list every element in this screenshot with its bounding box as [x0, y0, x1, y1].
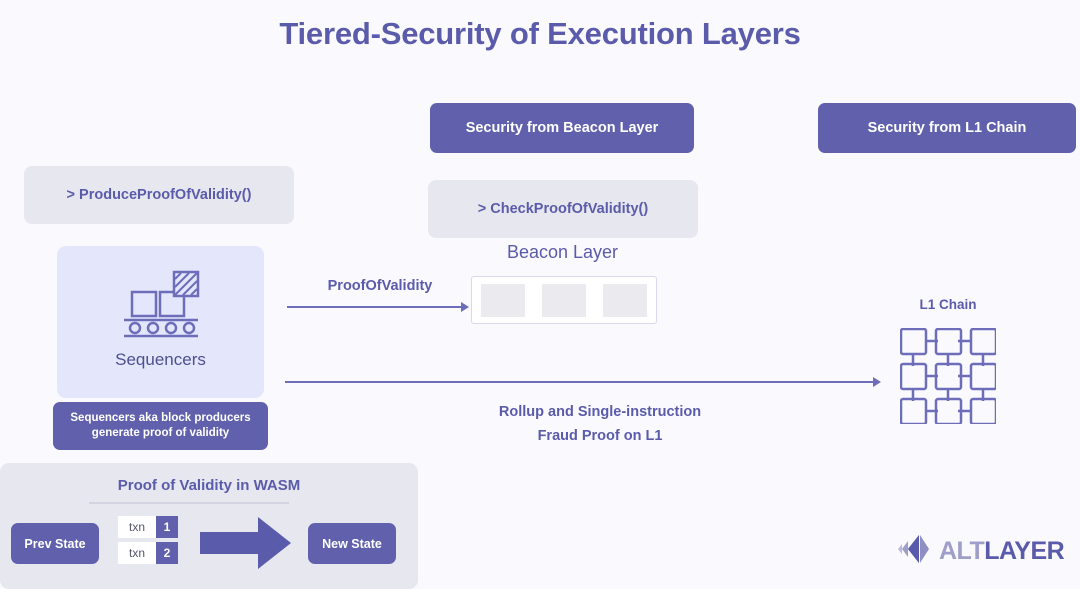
arrow-label-rollup-fraud-proof: Rollup and Single-instruction Fraud Proo…: [400, 400, 800, 448]
function-box-produce-proof-of-validity: > ProduceProofOfValidity(): [24, 166, 294, 224]
new-state-label: New State: [322, 536, 382, 551]
function-produce-label: > ProduceProofOfValidity(): [66, 187, 252, 203]
l1-chain-title: L1 Chain: [919, 297, 977, 312]
sequencers-caption-line2: generate proof of validity: [91, 427, 230, 439]
conveyor-belt-blocks-icon: [116, 270, 206, 345]
altlayer-logo: ALTLAYER: [898, 534, 1065, 569]
beacon-block: [480, 283, 525, 317]
altlayer-diamond-icon: [898, 534, 930, 569]
beacon-block: [541, 283, 586, 317]
logo-text-alt: ALT: [939, 537, 985, 565]
arrow-sequencers-to-l1: [285, 381, 875, 383]
arrow-head-icon: [461, 302, 469, 312]
rollup-label-line2: Fraud Proof on L1: [537, 428, 663, 444]
banner-security-from-beacon-layer: Security from Beacon Layer: [430, 103, 694, 153]
txn-number-badge: 2: [156, 542, 178, 564]
sequencers-caption-line1: Sequencers aka block producers: [70, 412, 251, 424]
l1-chain-lattice-icon: [899, 327, 998, 429]
altlayer-logo-text: ALTLAYER: [939, 537, 1065, 566]
function-check-label: > CheckProofOfValidity(): [477, 201, 649, 217]
sequencers-caption-badge: Sequencers aka block producers generate …: [53, 402, 268, 450]
rollup-label-line1: Rollup and Single-instruction: [498, 404, 702, 420]
txn-number-badge: 1: [156, 516, 178, 538]
arrow-label-proof-of-validity: ProofOfValidity: [327, 278, 433, 294]
sequencers-card: Sequencers: [57, 246, 264, 398]
beacon-layer-box: [471, 276, 657, 324]
prev-state-label: Prev State: [24, 536, 86, 551]
arrow-sequencers-to-beacon: [287, 306, 463, 308]
prev-state-pill: Prev State: [11, 523, 99, 564]
slide-canvas: Tiered-Security of Execution Layers Secu…: [0, 0, 1080, 589]
state-transition-arrow-icon: [200, 514, 292, 577]
function-box-check-proof-of-validity: > CheckProofOfValidity(): [428, 180, 698, 238]
beacon-block: [603, 283, 648, 317]
txn-label: txn: [118, 542, 156, 564]
wasm-panel-title: Proof of Validity in WASM: [117, 477, 301, 494]
arrow-head-icon: [873, 377, 881, 387]
wasm-panel-divider: [89, 502, 289, 504]
new-state-pill: New State: [308, 523, 396, 564]
sequencers-label: Sequencers: [115, 350, 206, 369]
txn-row: txn 2: [118, 542, 178, 564]
banner-l1-label: Security from L1 Chain: [867, 120, 1027, 136]
banner-security-from-l1-chain: Security from L1 Chain: [818, 103, 1076, 153]
page-title: Tiered-Security of Execution Layers: [279, 16, 801, 51]
banner-beacon-label: Security from Beacon Layer: [465, 120, 659, 136]
txn-label: txn: [118, 516, 156, 538]
txn-row: txn 1: [118, 516, 178, 538]
beacon-layer-title: Beacon Layer: [506, 242, 619, 262]
logo-text-layer: LAYER: [984, 537, 1065, 565]
